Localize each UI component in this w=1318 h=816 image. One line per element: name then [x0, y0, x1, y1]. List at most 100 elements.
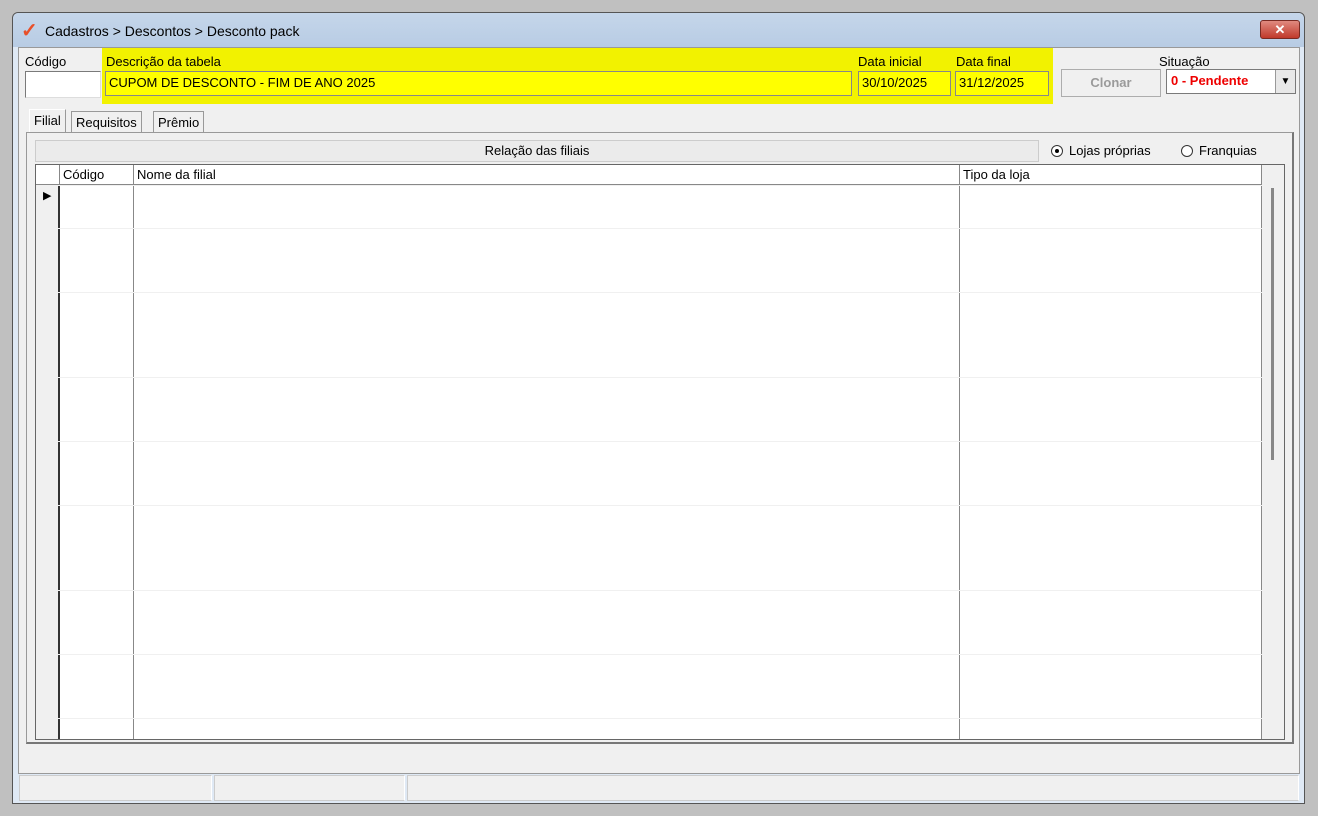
row-header[interactable]: [36, 590, 60, 612]
table-row[interactable]: [36, 675, 1262, 697]
row-header[interactable]: [36, 718, 60, 739]
cell-tipo[interactable]: [960, 313, 1262, 335]
cell-codigo[interactable]: [60, 292, 134, 314]
row-header[interactable]: [36, 207, 60, 229]
cell-nome[interactable]: [134, 675, 960, 697]
cell-tipo[interactable]: [960, 569, 1262, 591]
cell-nome[interactable]: [134, 441, 960, 463]
cell-tipo[interactable]: [960, 399, 1262, 420]
cell-codigo[interactable]: [60, 356, 134, 378]
table-row[interactable]: [36, 654, 1262, 676]
cell-nome[interactable]: [134, 590, 960, 612]
table-row[interactable]: [36, 228, 1262, 250]
current-row-indicator-icon[interactable]: ▶: [36, 186, 60, 207]
table-row[interactable]: [36, 462, 1262, 484]
table-row[interactable]: [36, 313, 1262, 335]
cell-nome[interactable]: [134, 186, 960, 207]
radio-lojas-proprias[interactable]: Lojas próprias: [1051, 143, 1151, 158]
row-header[interactable]: [36, 335, 60, 357]
cell-tipo[interactable]: [960, 249, 1262, 271]
table-row[interactable]: [36, 249, 1262, 271]
situacao-select[interactable]: 0 - Pendente ▼: [1166, 69, 1296, 94]
table-row[interactable]: [36, 441, 1262, 463]
cell-nome[interactable]: [134, 335, 960, 357]
cell-codigo[interactable]: [60, 207, 134, 229]
cell-tipo[interactable]: [960, 292, 1262, 314]
row-header[interactable]: [36, 612, 60, 633]
row-header[interactable]: [36, 654, 60, 676]
row-header[interactable]: [36, 548, 60, 570]
row-header[interactable]: [36, 484, 60, 506]
cell-codigo[interactable]: [60, 526, 134, 548]
table-row[interactable]: [36, 292, 1262, 314]
column-header-tipo[interactable]: Tipo da loja: [960, 165, 1262, 185]
cell-tipo[interactable]: [960, 654, 1262, 676]
row-header[interactable]: [36, 441, 60, 463]
cell-nome[interactable]: [134, 271, 960, 293]
cell-tipo[interactable]: [960, 207, 1262, 229]
cell-codigo[interactable]: [60, 271, 134, 293]
cell-tipo[interactable]: [960, 697, 1262, 719]
cell-tipo[interactable]: [960, 505, 1262, 527]
row-header[interactable]: [36, 633, 60, 655]
table-row[interactable]: [36, 335, 1262, 357]
tab-filial[interactable]: Filial: [29, 109, 66, 133]
row-header[interactable]: [36, 271, 60, 293]
table-row[interactable]: [36, 356, 1262, 378]
cell-codigo[interactable]: [60, 186, 134, 207]
cell-tipo[interactable]: [960, 718, 1262, 739]
cell-nome[interactable]: [134, 718, 960, 739]
cell-codigo[interactable]: [60, 697, 134, 719]
codigo-input[interactable]: [25, 71, 101, 98]
cell-nome[interactable]: [134, 399, 960, 420]
cell-nome[interactable]: [134, 569, 960, 591]
cell-codigo[interactable]: [60, 612, 134, 633]
table-row[interactable]: [36, 399, 1262, 420]
cell-nome[interactable]: [134, 249, 960, 271]
row-header[interactable]: [36, 420, 60, 442]
cell-nome[interactable]: [134, 505, 960, 527]
table-row[interactable]: [36, 271, 1262, 293]
data-final-input[interactable]: 31/12/2025: [955, 71, 1049, 96]
table-row[interactable]: [36, 697, 1262, 719]
cell-codigo[interactable]: [60, 654, 134, 676]
cell-codigo[interactable]: [60, 249, 134, 271]
cell-tipo[interactable]: [960, 441, 1262, 463]
cell-tipo[interactable]: [960, 420, 1262, 442]
cell-codigo[interactable]: [60, 335, 134, 357]
cell-tipo[interactable]: [960, 186, 1262, 207]
cell-tipo[interactable]: [960, 228, 1262, 250]
cell-codigo[interactable]: [60, 675, 134, 697]
table-row[interactable]: [36, 718, 1262, 739]
row-header[interactable]: [36, 505, 60, 527]
cell-tipo[interactable]: [960, 356, 1262, 378]
row-header[interactable]: [36, 526, 60, 548]
table-row[interactable]: [36, 207, 1262, 229]
cell-tipo[interactable]: [960, 335, 1262, 357]
cell-codigo[interactable]: [60, 718, 134, 739]
cell-tipo[interactable]: [960, 612, 1262, 633]
row-header[interactable]: [36, 249, 60, 271]
row-header[interactable]: [36, 399, 60, 420]
cell-tipo[interactable]: [960, 484, 1262, 506]
table-row[interactable]: [36, 377, 1262, 399]
table-row[interactable]: [36, 505, 1262, 527]
cell-tipo[interactable]: [960, 548, 1262, 570]
row-header[interactable]: [36, 569, 60, 591]
cell-nome[interactable]: [134, 484, 960, 506]
cell-codigo[interactable]: [60, 313, 134, 335]
cell-nome[interactable]: [134, 292, 960, 314]
cell-tipo[interactable]: [960, 675, 1262, 697]
cell-tipo[interactable]: [960, 526, 1262, 548]
table-row[interactable]: [36, 548, 1262, 570]
table-row[interactable]: [36, 484, 1262, 506]
cell-codigo[interactable]: [60, 569, 134, 591]
cell-codigo[interactable]: [60, 420, 134, 442]
cell-codigo[interactable]: [60, 633, 134, 655]
cell-nome[interactable]: [134, 654, 960, 676]
chevron-down-icon[interactable]: ▼: [1275, 70, 1295, 93]
row-header[interactable]: [36, 356, 60, 378]
cell-codigo[interactable]: [60, 399, 134, 420]
cell-nome[interactable]: [134, 633, 960, 655]
cell-codigo[interactable]: [60, 441, 134, 463]
